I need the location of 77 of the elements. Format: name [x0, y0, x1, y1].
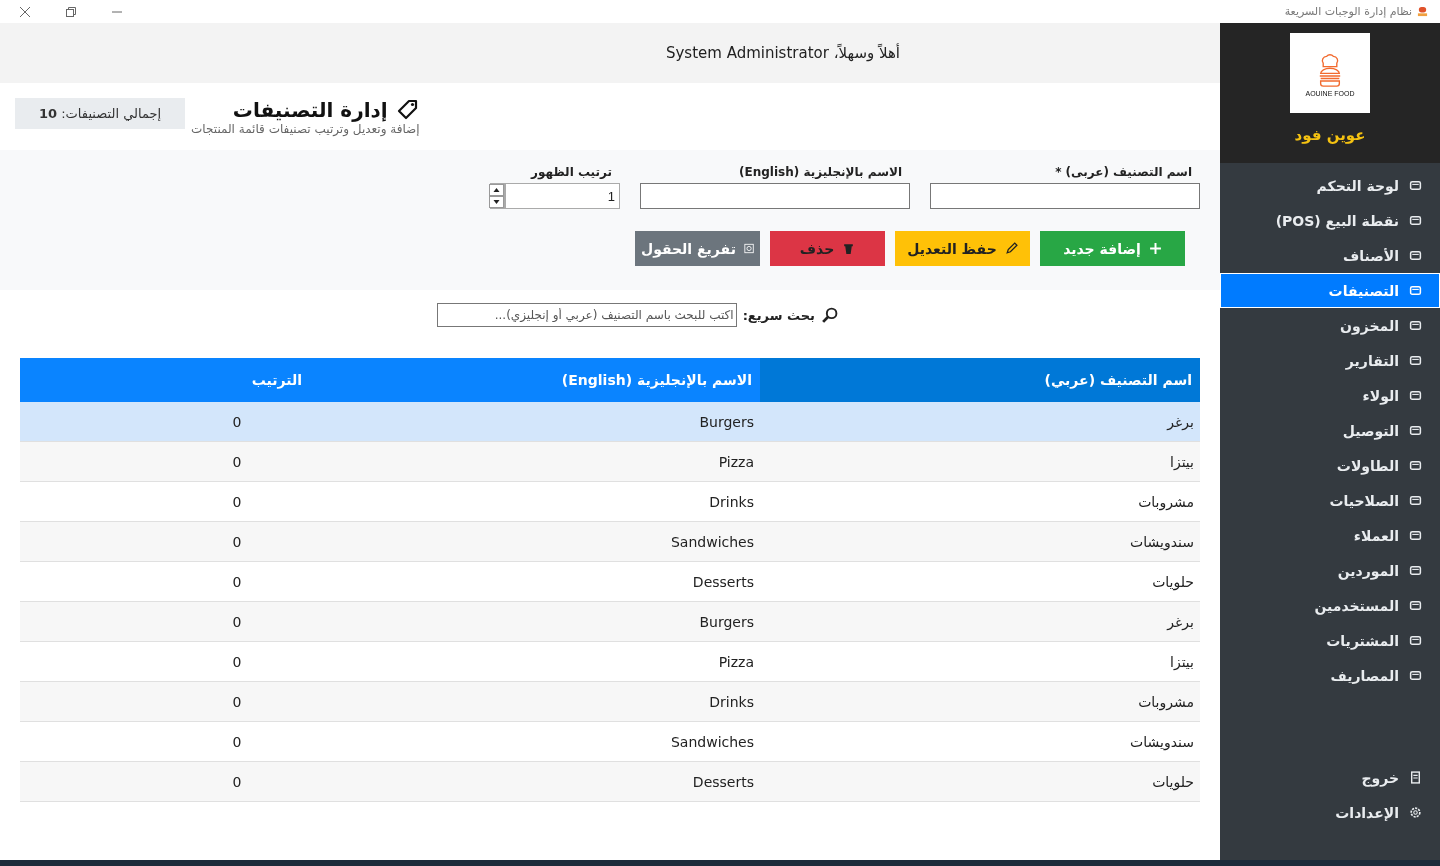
table-cell-text: Pizza	[717, 652, 755, 672]
table-cell-text: 0	[231, 452, 243, 472]
table-cell-text: 0	[231, 612, 243, 632]
sidebar-item[interactable]: المخزون	[1220, 308, 1440, 343]
table-cell-text: Burgers	[698, 412, 755, 432]
table-cell-text: 0	[231, 492, 243, 512]
sidebar-item[interactable]: الموردين	[1220, 553, 1440, 588]
table-cell-text: 0	[231, 652, 243, 672]
sidebar-item[interactable]: العملاء	[1220, 518, 1440, 553]
sidebar-item[interactable]: التقارير	[1220, 343, 1440, 378]
settings-icon	[1409, 806, 1422, 819]
field-label: ترتيب الظهور	[529, 165, 613, 179]
search-icon	[821, 306, 838, 324]
tag-icon	[395, 97, 420, 122]
field-label: الاسم بالإنجليزية (English)	[738, 165, 903, 179]
sidebar-item[interactable]: المستخدمين	[1220, 588, 1440, 623]
window-title: نظام إدارة الوجبات السريعة	[1284, 5, 1412, 18]
page-subtitle: إضافة وتعديل وترتيب تصنيفات قائمة المنتجات	[191, 121, 420, 136]
app-icon	[1417, 6, 1428, 17]
table-cell-text: 0	[231, 572, 243, 592]
number-field[interactable]: 1	[505, 183, 620, 209]
table-cell-text: برغر	[1165, 612, 1195, 633]
page-title: إدارة التصنيفات	[232, 97, 388, 122]
table-cell-text: Drinks	[708, 492, 755, 512]
delete-button[interactable]: حذف	[770, 231, 885, 266]
column-header[interactable]: الاسم بالإنجليزية (English)	[310, 358, 760, 402]
table-cell-text: Drinks	[708, 692, 755, 712]
table-cell-text: 0	[231, 772, 243, 792]
sidebar-item[interactable]: الأصناف	[1220, 238, 1440, 273]
sidebar-item[interactable]: الولاء	[1220, 378, 1440, 413]
plus-icon	[1148, 242, 1162, 255]
clear-button[interactable]: تفريغ الحقول	[635, 231, 760, 266]
sidebar-item[interactable]: خروج	[1220, 760, 1440, 795]
spin-arrows-icon[interactable]	[490, 183, 505, 209]
field-label: اسم التصنيف (عربى) *	[1054, 165, 1193, 179]
refresh-icon	[743, 242, 754, 255]
table-cell-text: سندويشات	[1129, 732, 1195, 753]
column-header[interactable]: الترتيب	[20, 358, 310, 402]
input-field[interactable]	[640, 183, 910, 209]
sidebar-item[interactable]: المصاريف	[1220, 658, 1440, 693]
sidebar-item[interactable]: لوحة التحكم	[1220, 168, 1440, 203]
table-cell-text: Sandwiches	[669, 732, 755, 752]
sidebar-item[interactable]: المشتريات	[1220, 623, 1440, 658]
sidebar-item[interactable]: الطاولات	[1220, 448, 1440, 483]
table-cell-text: بيتزا	[1169, 652, 1195, 672]
sidebar-item[interactable]: الإعدادات	[1220, 795, 1440, 830]
table-cell-text: Desserts	[691, 572, 755, 592]
trash-icon	[842, 242, 856, 255]
table-cell-text: 0	[231, 532, 243, 552]
sidebar-item[interactable]: التوصيل	[1220, 413, 1440, 448]
sidebar-item[interactable]: نقطة البيع (POS)	[1220, 203, 1440, 238]
table-cell-text: Burgers	[698, 612, 755, 632]
close-icon[interactable]	[19, 5, 31, 18]
table-cell-text: سندويشات	[1129, 532, 1195, 553]
table-cell-text: حلويات	[1151, 772, 1195, 793]
column-header[interactable]: اسم التصنيف (عربي)	[760, 358, 1200, 402]
table-cell-text: Pizza	[717, 452, 755, 472]
input-field[interactable]	[930, 183, 1200, 209]
exit-icon	[1409, 771, 1422, 784]
table-cell-text: مشروبات	[1137, 492, 1195, 513]
sidebar-item[interactable]: التصنيفات	[1220, 273, 1440, 308]
table-cell-text: 0	[231, 412, 243, 432]
table-cell-text: حلويات	[1151, 572, 1195, 593]
sidebar-item[interactable]: الصلاحيات	[1220, 483, 1440, 518]
pencil-icon	[1004, 242, 1018, 255]
table-cell-text: بيتزا	[1169, 452, 1195, 472]
restore-icon[interactable]	[65, 5, 77, 18]
welcome-text: أهلاً وسهلاً، System Administrator	[665, 44, 900, 62]
table-cell-text: 0	[231, 692, 243, 712]
table-cell-text: 0	[231, 732, 243, 752]
table-cell-text: Sandwiches	[669, 532, 755, 552]
table-cell-text: مشروبات	[1137, 692, 1195, 713]
search-label: بحث سريع:	[742, 307, 815, 323]
brand-name: عوين فود	[1294, 126, 1366, 144]
save-button[interactable]: حفظ التعديل	[895, 231, 1030, 266]
table-cell-text: Desserts	[691, 772, 755, 792]
table-cell-text: برغر	[1165, 412, 1195, 433]
